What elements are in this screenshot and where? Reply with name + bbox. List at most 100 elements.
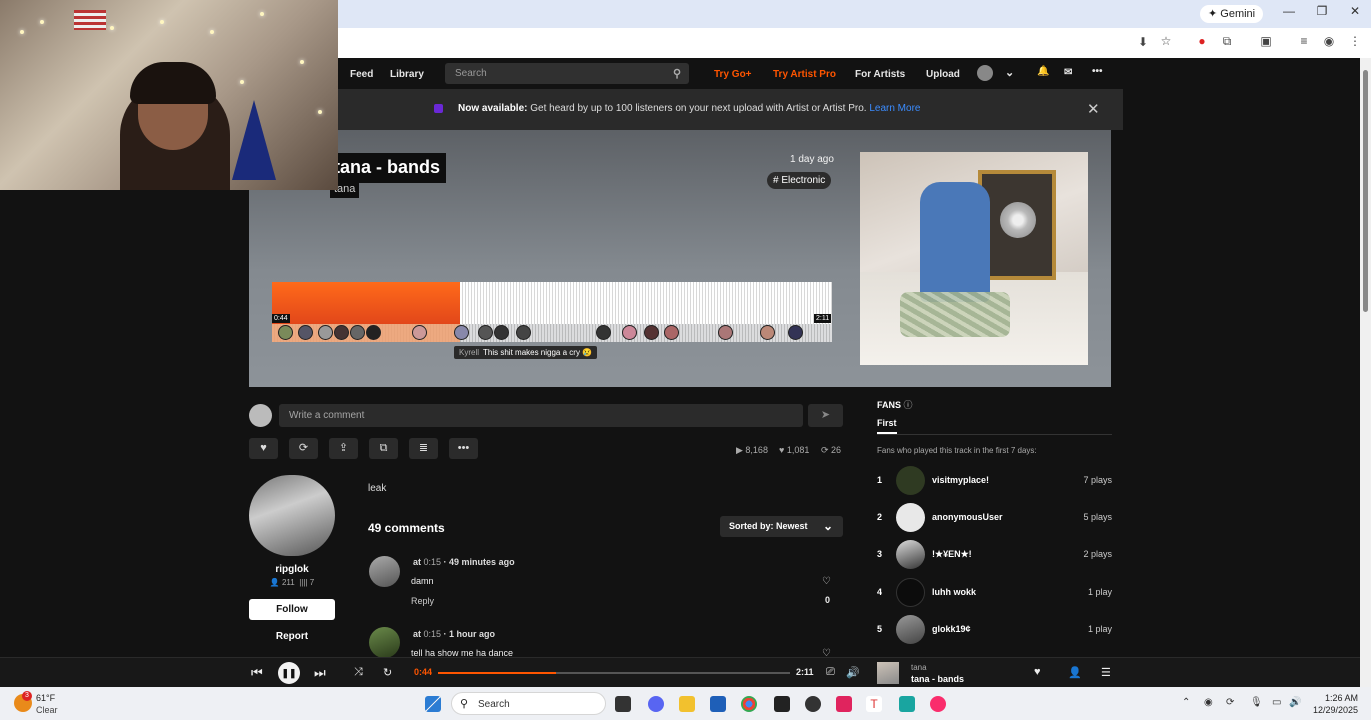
fan-name[interactable]: visitmyplace! — [932, 475, 989, 485]
comment-avatar[interactable] — [350, 325, 365, 340]
copy-link-button[interactable]: ⧉ — [369, 438, 398, 459]
tray-overflow-icon[interactable]: ⌃ — [1182, 697, 1190, 708]
microsoft-store-icon[interactable] — [710, 696, 726, 712]
close-banner-icon[interactable]: ✕ — [1087, 100, 1100, 118]
info-icon[interactable]: ⓘ — [904, 400, 913, 410]
microphone-icon[interactable]: 🎙 — [1250, 697, 1263, 708]
genre-tag[interactable]: # Electronic — [767, 172, 832, 189]
page-scrollbar[interactable] — [1360, 58, 1371, 687]
comment-input[interactable] — [279, 404, 803, 427]
send-comment-button[interactable]: ➤ — [808, 404, 843, 427]
reading-list-icon[interactable]: ≡ — [1296, 34, 1312, 48]
comment-user-avatar[interactable] — [369, 627, 400, 658]
previous-track-icon[interactable]: ⏮ — [251, 665, 263, 681]
bookmark-star-icon[interactable]: ☆ — [1158, 34, 1174, 48]
install-app-icon[interactable]: ⬇ — [1135, 35, 1151, 49]
fan-name[interactable]: !★¥EN★! — [932, 549, 972, 560]
epic-games-icon[interactable] — [774, 696, 790, 712]
extensions-puzzle-icon[interactable]: ⧉ — [1219, 34, 1235, 49]
menu-kebab-icon[interactable]: ⋮ — [1347, 34, 1363, 48]
fan-avatar[interactable] — [896, 503, 925, 532]
itunes-icon[interactable] — [930, 696, 946, 712]
comment-user-avatar[interactable] — [369, 556, 400, 587]
comment-avatar[interactable] — [298, 325, 313, 340]
extension-icon[interactable]: ● — [1194, 34, 1210, 48]
fan-name[interactable]: luhh wokk — [932, 587, 976, 597]
share-button[interactable]: ⇪ — [329, 438, 358, 459]
track-artwork[interactable] — [860, 152, 1088, 365]
comment-avatar[interactable] — [334, 325, 349, 340]
gemini-button[interactable]: ✦ Gemini — [1200, 5, 1264, 23]
comment-avatar[interactable] — [494, 325, 509, 340]
cast-icon[interactable]: ⎚ — [826, 666, 835, 679]
comment-avatar[interactable] — [788, 325, 803, 340]
for-artists-link[interactable]: For Artists — [855, 69, 905, 80]
report-button[interactable]: Report — [249, 631, 335, 642]
fan-name[interactable]: glokk19¢ — [932, 624, 971, 634]
add-to-playlist-button[interactable]: ≣ — [409, 438, 438, 459]
minimize-icon[interactable]: — — [1279, 4, 1299, 18]
tray-app-icon[interactable]: ◉ — [1204, 697, 1213, 708]
like-button[interactable]: ♥ — [249, 438, 278, 459]
weather-temperature[interactable]: 61°F — [36, 693, 55, 703]
notifications-bell-icon[interactable]: 🔔 — [1037, 66, 1049, 77]
tooltip-user[interactable]: Kyrell — [459, 348, 479, 357]
follow-button[interactable]: Follow — [249, 599, 335, 620]
speaker-icon[interactable]: 🔊 — [1289, 697, 1301, 708]
chrome-icon[interactable] — [741, 696, 757, 712]
nav-library[interactable]: Library — [390, 69, 424, 80]
try-go-plus-link[interactable]: Try Go+ — [714, 69, 752, 80]
comment-avatar[interactable] — [644, 325, 659, 340]
fan-avatar[interactable] — [896, 466, 925, 495]
fan-avatar[interactable] — [896, 615, 925, 644]
learn-more-link[interactable]: Learn More — [869, 103, 920, 114]
maximize-icon[interactable]: ❐ — [1312, 4, 1332, 18]
comment-avatar[interactable] — [478, 325, 493, 340]
fan-avatar[interactable] — [896, 540, 925, 569]
spreadsheet-icon[interactable] — [899, 696, 915, 712]
chevron-down-icon[interactable]: ⌄ — [1005, 66, 1014, 79]
queue-icon[interactable]: ☰ — [1101, 666, 1111, 679]
comment-avatar[interactable] — [718, 325, 733, 340]
tray-sync-icon[interactable]: ⟳ — [1226, 697, 1234, 708]
app-icon[interactable] — [805, 696, 821, 712]
clock-date[interactable]: 12/29/2025 — [1308, 705, 1358, 715]
pause-button[interactable]: ❚❚ — [278, 662, 300, 684]
shuffle-icon[interactable]: ⤨ — [354, 666, 363, 679]
search-icon[interactable]: ⚲ — [673, 67, 681, 80]
waveform[interactable]: 0:44 2:11 — [272, 282, 832, 342]
more-options-icon[interactable]: ••• — [1092, 66, 1103, 77]
windows-start-icon[interactable] — [425, 696, 441, 712]
comment-avatar[interactable] — [278, 325, 293, 340]
comment-like-icon[interactable]: ♡ — [822, 576, 831, 587]
comment-timestamp[interactable]: 0:15 — [424, 629, 442, 639]
comment-avatar[interactable] — [516, 325, 531, 340]
sort-comments-dropdown[interactable]: Sorted by: Newest ⌄ — [720, 516, 843, 537]
comment-timestamp[interactable]: 0:15 — [424, 557, 442, 567]
scrollbar-thumb[interactable] — [1363, 70, 1368, 312]
next-track-icon[interactable]: ⏭ — [314, 665, 326, 681]
comment-avatar[interactable] — [318, 325, 333, 340]
comment-avatar[interactable] — [760, 325, 775, 340]
comment-avatar[interactable] — [412, 325, 427, 340]
uploader-avatar[interactable] — [249, 475, 335, 556]
follow-user-icon[interactable]: 👤 — [1068, 666, 1082, 679]
search-input[interactable] — [455, 66, 655, 81]
fan-name[interactable]: anonymousUser — [932, 512, 1003, 522]
taskbar-search[interactable]: ⚲ Search — [451, 692, 606, 715]
clock-time[interactable]: 1:26 AM — [1318, 693, 1358, 703]
network-icon[interactable]: ▭ — [1272, 697, 1281, 708]
file-explorer-icon[interactable] — [679, 696, 695, 712]
fans-tab-first[interactable]: First — [877, 418, 897, 428]
progress-bar[interactable] — [438, 672, 790, 674]
split-view-icon[interactable]: ▣ — [1258, 34, 1274, 48]
close-window-icon[interactable]: ✕ — [1345, 4, 1365, 18]
now-playing-artist[interactable]: tana — [911, 663, 927, 672]
volume-icon[interactable]: 🔊 — [846, 666, 860, 679]
upload-link[interactable]: Upload — [926, 69, 960, 80]
try-artist-pro-link[interactable]: Try Artist Pro — [773, 69, 836, 80]
now-playing-artwork[interactable] — [877, 662, 899, 684]
messages-envelope-icon[interactable]: ✉ — [1064, 67, 1072, 78]
comment-avatar[interactable] — [664, 325, 679, 340]
discord-icon[interactable] — [648, 696, 664, 712]
